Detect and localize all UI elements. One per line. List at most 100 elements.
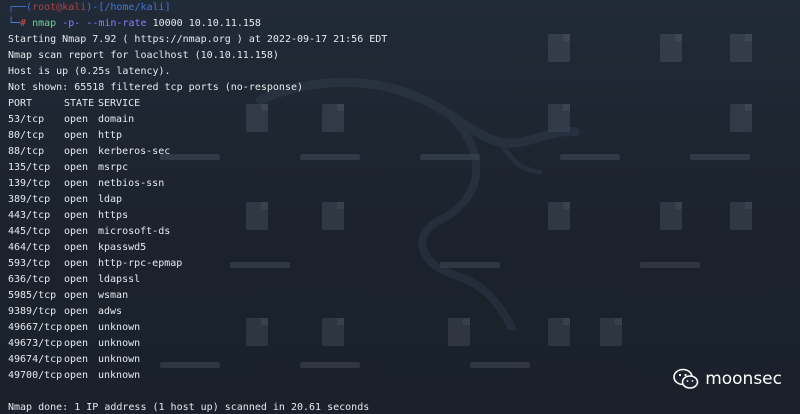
table-row: 135/tcp open msrpc — [8, 160, 628, 176]
table-row: 53/tcp open domain — [8, 112, 628, 128]
service-cell: microsoft-ds — [98, 226, 171, 237]
table-row: 445/tcp open microsoft-ds — [8, 224, 628, 240]
output-line: Nmap scan report for loaclhost (10.10.11… — [8, 50, 279, 61]
port-cell: 389/tcp — [8, 194, 51, 205]
command-flags: -p- --min-rate — [62, 18, 147, 29]
file-icon — [730, 34, 752, 62]
table-row: 593/tcp open http-rpc-epmap — [8, 256, 628, 272]
table-row: 636/tcp open ldapssl — [8, 272, 628, 288]
state-cell: open — [64, 242, 89, 253]
column-header-service: SERVICE — [98, 98, 141, 109]
output-line: Not shown: 65518 filtered tcp ports (no-… — [8, 82, 304, 93]
port-cell: 49673/tcp — [8, 338, 63, 349]
service-cell: ldapssl — [98, 274, 141, 285]
port-cell: 49674/tcp — [8, 354, 63, 365]
table-header: PORT STATE SERVICE — [8, 96, 628, 112]
state-cell: open — [64, 354, 89, 365]
table-row: 49700/tcp open unknown — [8, 368, 628, 384]
table-row: 443/tcp open https — [8, 208, 628, 224]
state-cell: open — [64, 322, 89, 333]
file-icon — [660, 202, 682, 230]
service-cell: domain — [98, 114, 135, 125]
state-cell: open — [64, 370, 89, 381]
table-row: 49674/tcp open unknown — [8, 352, 628, 368]
prompt-line: ┌──(root@kali)-[/home/kali] — [8, 2, 171, 13]
state-cell: open — [64, 290, 89, 301]
state-cell: open — [64, 178, 89, 189]
table-row: 5985/tcp open wsman — [8, 288, 628, 304]
port-cell: 443/tcp — [8, 210, 51, 221]
table-row: 464/tcp open kpasswd5 — [8, 240, 628, 256]
wechat-icon — [673, 368, 699, 389]
command-name: nmap — [32, 18, 57, 29]
port-cell: 53/tcp — [8, 114, 45, 125]
port-cell: 49700/tcp — [8, 370, 63, 381]
service-cell: unknown — [98, 322, 141, 333]
table-row: 49673/tcp open unknown — [8, 336, 628, 352]
terminal-window[interactable]: ┌──(root@kali)-[/home/kali] └─# nmap -p-… — [0, 0, 800, 414]
state-cell: open — [64, 162, 89, 173]
file-label — [690, 154, 750, 160]
table-row: 88/tcp open kerberos-sec — [8, 144, 628, 160]
port-cell: 49667/tcp — [8, 322, 63, 333]
port-cell: 464/tcp — [8, 242, 51, 253]
port-cell: 445/tcp — [8, 226, 51, 237]
service-cell: netbios-ssn — [98, 178, 165, 189]
service-cell: kerberos-sec — [98, 146, 171, 157]
state-cell: open — [64, 306, 89, 317]
service-cell: http — [98, 130, 123, 141]
command-rate: 10000 — [152, 18, 183, 29]
table-row: 389/tcp open ldap — [8, 192, 628, 208]
state-cell: open — [64, 226, 89, 237]
service-cell: msrpc — [98, 162, 129, 173]
state-cell: open — [64, 258, 89, 269]
table-row: 9389/tcp open adws — [8, 304, 628, 320]
prompt-path: /home/kali — [104, 2, 165, 13]
file-label — [640, 262, 700, 268]
service-cell: https — [98, 210, 129, 221]
service-cell: http-rpc-epmap — [98, 258, 183, 269]
column-header-state: STATE — [64, 98, 95, 109]
port-cell: 135/tcp — [8, 162, 51, 173]
table-row: 80/tcp open http — [8, 128, 628, 144]
watermark: moonsec — [673, 368, 782, 390]
service-cell: wsman — [98, 290, 129, 301]
command-target: 10.10.11.158 — [188, 18, 261, 29]
state-cell: open — [64, 130, 89, 141]
state-cell: open — [64, 274, 89, 285]
service-cell: unknown — [98, 338, 141, 349]
service-cell: unknown — [98, 354, 141, 365]
state-cell: open — [64, 210, 89, 221]
prompt-symbol: # — [20, 18, 27, 29]
column-header-port: PORT — [8, 98, 33, 109]
service-cell: kpasswd5 — [98, 242, 147, 253]
port-cell: 80/tcp — [8, 130, 45, 141]
table-row: 49667/tcp open unknown — [8, 320, 628, 336]
port-cell: 88/tcp — [8, 146, 45, 157]
state-cell: open — [64, 338, 89, 349]
port-cell: 5985/tcp — [8, 290, 57, 301]
output-line: Starting Nmap 7.92 ( https://nmap.org ) … — [8, 34, 388, 45]
service-cell: adws — [98, 306, 123, 317]
port-cell: 593/tcp — [8, 258, 51, 269]
table-row: 139/tcp open netbios-ssn — [8, 176, 628, 192]
state-cell: open — [64, 194, 89, 205]
port-cell: 636/tcp — [8, 274, 51, 285]
port-cell: 9389/tcp — [8, 306, 57, 317]
command-line[interactable]: └─# nmap -p- --min-rate 10000 10.10.11.1… — [8, 16, 628, 32]
file-icon — [730, 202, 752, 230]
service-cell: ldap — [98, 194, 123, 205]
port-cell: 139/tcp — [8, 178, 51, 189]
service-cell: unknown — [98, 370, 141, 381]
state-cell: open — [64, 114, 89, 125]
terminal-output: ┌──(root@kali)-[/home/kali] └─# nmap -p-… — [8, 0, 628, 414]
file-icon — [730, 104, 752, 132]
file-icon — [660, 34, 682, 62]
prompt-user-host: root@kali — [32, 2, 87, 13]
watermark-text: moonsec — [705, 369, 782, 389]
scan-summary: Nmap done: 1 IP address (1 host up) scan… — [8, 402, 370, 413]
port-table: 53/tcp open domain 80/tcp open http 88/tcp open… — [8, 112, 628, 384]
state-cell: open — [64, 146, 89, 157]
output-line: Host is up (0.25s latency). — [8, 66, 171, 77]
